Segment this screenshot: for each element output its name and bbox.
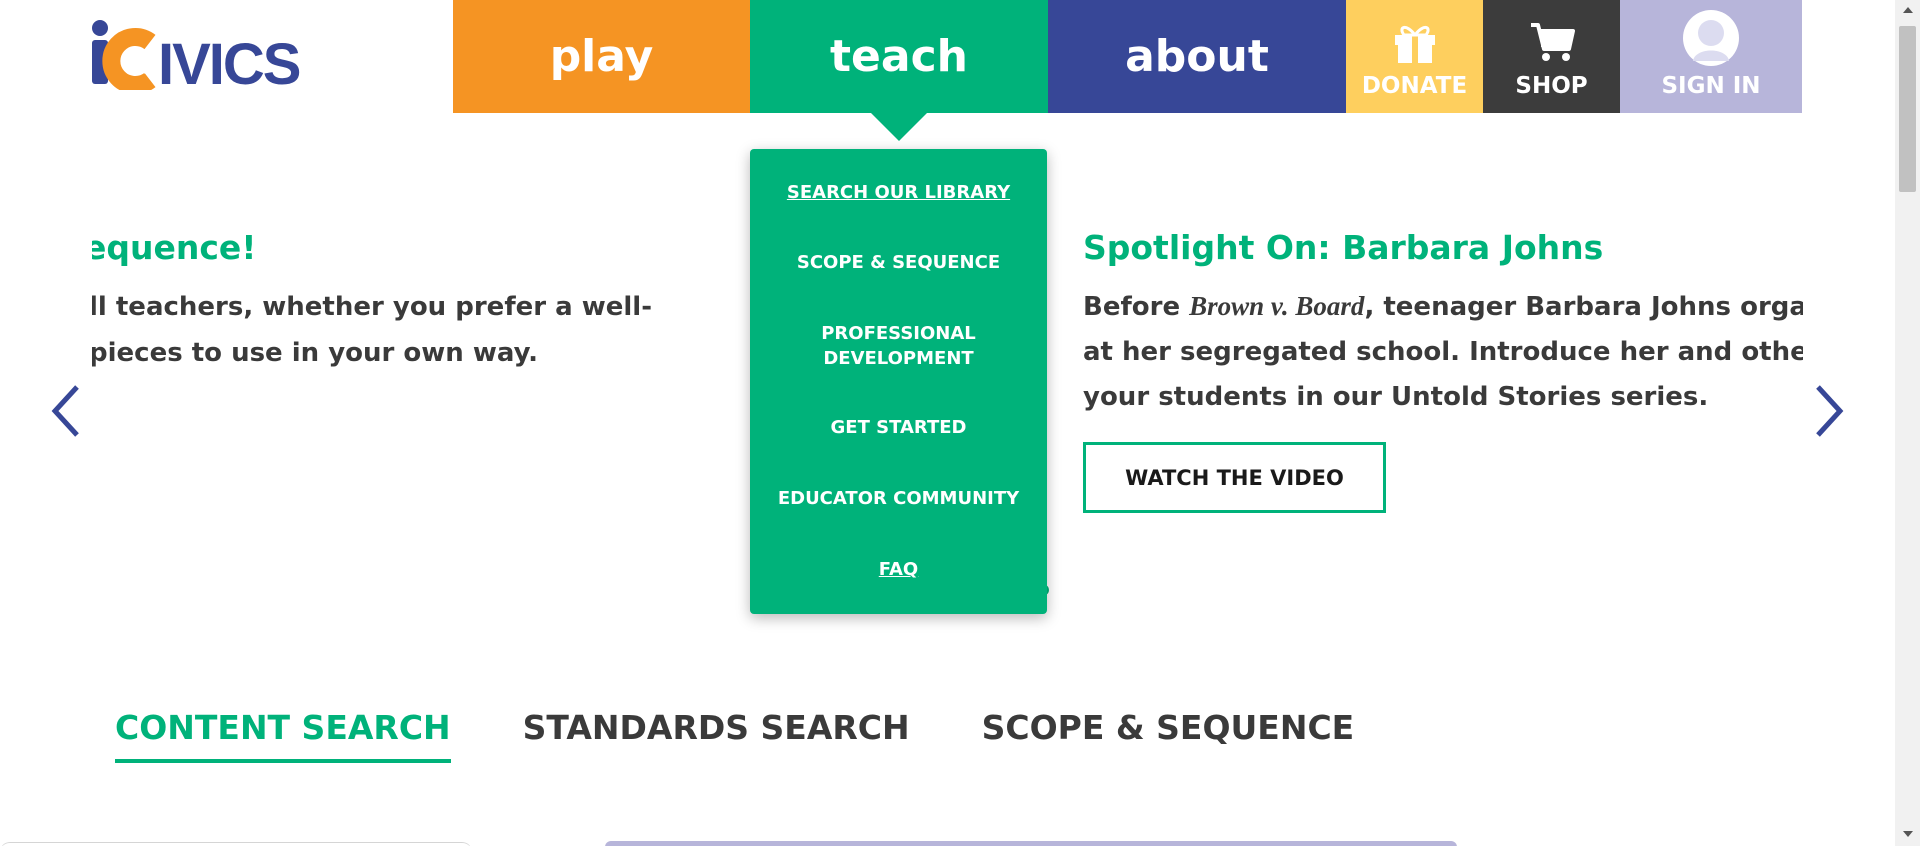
search-panel-edge bbox=[605, 841, 1457, 846]
gift-icon bbox=[1392, 21, 1438, 63]
content-panel-edge bbox=[0, 842, 472, 846]
search-tabs: CONTENT SEARCH STANDARDS SEARCH SCOPE & … bbox=[115, 708, 1354, 763]
nav-donate-label: DONATE bbox=[1361, 73, 1468, 99]
menu-item-search-library[interactable]: SEARCH OUR LIBRARY bbox=[750, 180, 1047, 205]
chevron-right-icon bbox=[1816, 385, 1844, 437]
nav-play-label: play bbox=[549, 31, 654, 82]
slide-body-line: at her segregated school. Introduce her … bbox=[1083, 337, 1803, 367]
nav-about-label: about bbox=[1125, 31, 1269, 82]
teach-dropdown-menu: SEARCH OUR LIBRARY SCOPE & SEQUENCE PROF… bbox=[750, 149, 1047, 614]
scroll-thumb[interactable] bbox=[1899, 26, 1916, 192]
nav-signin[interactable]: SIGN IN bbox=[1620, 0, 1802, 113]
menu-item-label: PROFESSIONAL bbox=[821, 323, 976, 344]
nav-donate[interactable]: DONATE bbox=[1346, 0, 1483, 113]
nav-about[interactable]: about bbox=[1048, 0, 1346, 113]
nav-shop[interactable]: SHOP bbox=[1483, 0, 1620, 113]
nav-play[interactable]: play bbox=[453, 0, 750, 113]
carousel-next-button[interactable] bbox=[1808, 383, 1848, 439]
scroll-down-arrow-icon[interactable] bbox=[1903, 831, 1913, 837]
slide-body: ll teachers, whether you prefer a well- … bbox=[92, 284, 652, 376]
watch-video-label: WATCH THE VIDEO bbox=[1125, 465, 1344, 490]
avatar-icon bbox=[1681, 9, 1741, 67]
slide-body-line: Before Brown v. Board, teenager Barbara … bbox=[1083, 284, 1803, 330]
menu-item-professional-development[interactable]: PROFESSIONAL DEVELOPMENT bbox=[750, 321, 1047, 371]
slide-body-line: pieces to use in your own way. bbox=[92, 338, 539, 368]
nav-teach-label: teach bbox=[830, 31, 968, 82]
chevron-left-icon bbox=[51, 385, 79, 437]
svg-text:IVICS: IVICS bbox=[158, 32, 300, 90]
carousel-prev-button[interactable] bbox=[47, 383, 87, 439]
page-scrollbar[interactable] bbox=[1895, 0, 1920, 846]
tab-scope-sequence[interactable]: SCOPE & SEQUENCE bbox=[982, 708, 1355, 763]
slide-body-line: ll teachers, whether you prefer a well- bbox=[92, 292, 652, 322]
slide-headline: Spotlight On: Barbara Johns bbox=[1083, 228, 1604, 267]
logo-graphic: IVICS bbox=[92, 20, 302, 97]
slide-body: Before Brown v. Board, teenager Barbara … bbox=[1083, 284, 1803, 420]
main-nav: play teach about DONATE SHOP SIGN IN bbox=[453, 0, 1802, 141]
nav-signin-label: SIGN IN bbox=[1661, 73, 1761, 99]
icivics-logo[interactable]: IVICS iCivics bbox=[90, 18, 380, 97]
tab-standards-search[interactable]: STANDARDS SEARCH bbox=[523, 708, 910, 763]
menu-item-scope-sequence[interactable]: SCOPE & SEQUENCE bbox=[750, 250, 1047, 275]
slide-text: , teenager Barbara Johns organize bbox=[1364, 292, 1803, 322]
menu-item-label: DEVELOPMENT bbox=[823, 348, 974, 369]
slide-text: Before bbox=[1083, 292, 1190, 322]
slide-headline: equence! bbox=[92, 228, 257, 267]
carousel-slide-previous: equence! ll teachers, whether you prefer… bbox=[92, 228, 652, 376]
slide-body-line: your students in our Untold Stories seri… bbox=[1083, 382, 1709, 412]
carousel-slide-current: Spotlight On: Barbara Johns Before Brown… bbox=[1083, 228, 1803, 420]
nav-teach[interactable]: teach bbox=[750, 0, 1048, 141]
menu-item-get-started[interactable]: GET STARTED bbox=[750, 415, 1047, 440]
menu-item-educator-community[interactable]: EDUCATOR COMMUNITY bbox=[750, 486, 1047, 511]
menu-item-faq[interactable]: FAQ bbox=[750, 557, 1047, 582]
tab-content-search[interactable]: CONTENT SEARCH bbox=[115, 708, 451, 763]
nav-shop-label: SHOP bbox=[1515, 73, 1588, 99]
slide-text-italic: Brown v. Board bbox=[1189, 291, 1365, 321]
cart-icon bbox=[1529, 21, 1575, 63]
scroll-up-arrow-icon[interactable] bbox=[1903, 7, 1913, 13]
watch-video-button[interactable]: WATCH THE VIDEO bbox=[1083, 442, 1386, 513]
